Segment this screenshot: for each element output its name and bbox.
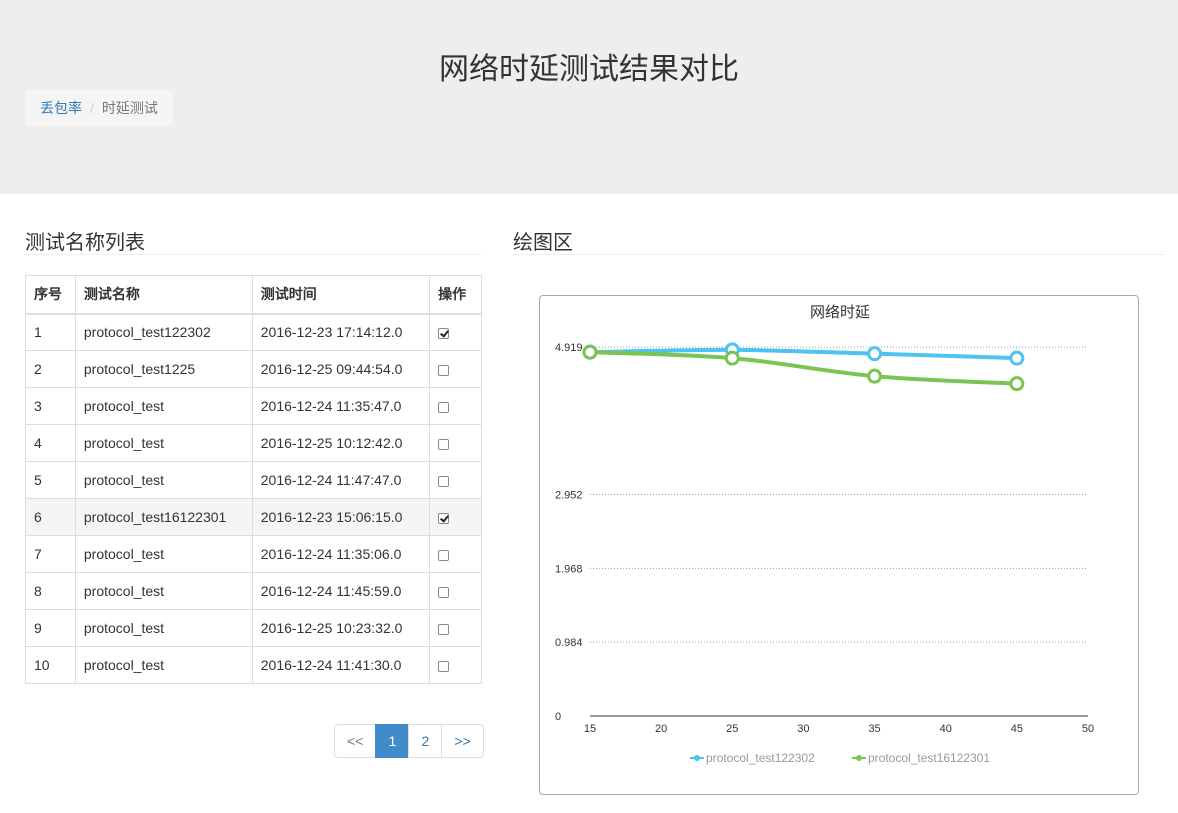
row-select-checkbox[interactable]	[438, 438, 450, 450]
test-list-title: 测试名称列表	[25, 232, 145, 254]
row-test-name: protocol_test	[74, 461, 253, 499]
breadcrumb-link-packet-loss[interactable]: 丢包率	[40, 98, 82, 118]
x-tick-label: 50	[1082, 723, 1094, 735]
pagination-prev-button[interactable]: <<	[334, 724, 377, 758]
plot-area-title: 绘图区	[513, 232, 573, 254]
pagination-page-1[interactable]: 1	[375, 724, 410, 758]
row-test-time: 2016-12-23 17:14:12.0	[251, 313, 431, 351]
data-point	[724, 350, 740, 366]
row-index: 10	[25, 646, 76, 684]
data-point	[1009, 350, 1025, 366]
table-row: 2 protocol_test1225 2016-12-25 09:44:54.…	[25, 350, 482, 388]
x-tick-label: 15	[584, 723, 596, 735]
row-test-name: protocol_test	[74, 535, 253, 573]
test-table: 序号 测试名称 测试时间 操作 1 protocol_test122302 20…	[25, 275, 482, 684]
legend-swatch-dot	[856, 755, 862, 761]
row-test-time: 2016-12-24 11:41:30.0	[251, 646, 431, 684]
row-test-time: 2016-12-24 11:35:47.0	[251, 387, 431, 425]
table-row: 10 protocol_test 2016-12-24 11:41:30.0	[25, 646, 482, 684]
legend-label: protocol_test122302	[706, 751, 815, 765]
row-index: 6	[25, 498, 76, 536]
table-row: 1 protocol_test122302 2016-12-23 17:14:1…	[25, 313, 482, 351]
row-index: 8	[25, 572, 76, 610]
row-test-time: 2016-12-25 10:12:42.0	[251, 424, 431, 462]
table-row-hovered: 6 protocol_test16122301 2016-12-23 15:06…	[25, 498, 482, 536]
table-row: 8 protocol_test 2016-12-24 11:45:59.0	[25, 572, 482, 610]
row-test-time: 2016-12-24 11:35:06.0	[251, 535, 431, 573]
y-tick-label: 2.952	[555, 490, 583, 502]
row-index: 9	[25, 609, 76, 647]
row-index: 3	[25, 387, 76, 425]
row-select-checkbox[interactable]	[438, 549, 450, 561]
row-select-checkbox[interactable]	[438, 586, 450, 598]
table-header-row: 序号 测试名称 测试时间 操作	[25, 275, 482, 315]
row-test-time: 2016-12-24 11:47:47.0	[251, 461, 431, 499]
x-tick-label: 40	[940, 723, 952, 735]
chart-title: 网络时延	[810, 304, 870, 321]
latency-chart-panel: 网络时延 0 0.984 1.968 2.952 4.919 15 20 25 30 35 40 45 5…	[539, 295, 1139, 795]
x-tick-label: 25	[726, 723, 738, 735]
legend-label: protocol_test16122301	[868, 751, 990, 765]
row-test-time: 2016-12-23 15:06:15.0	[251, 498, 431, 536]
row-select-checkbox[interactable]	[438, 660, 450, 672]
row-select-checkbox[interactable]	[438, 364, 450, 376]
row-index: 7	[25, 535, 76, 573]
row-test-name: protocol_test	[74, 609, 253, 647]
data-point	[582, 344, 598, 360]
breadcrumb: 丢包率 / 时延测试	[25, 90, 173, 126]
x-tick-label: 35	[868, 723, 880, 735]
row-test-time: 2016-12-24 11:45:59.0	[251, 572, 431, 610]
row-select-checkbox[interactable]	[438, 401, 450, 413]
row-select-checkbox[interactable]	[438, 512, 450, 524]
column-header-action: 操作	[429, 275, 482, 315]
row-test-name: protocol_test1225	[74, 350, 253, 388]
y-tick-label: 4.919	[555, 342, 583, 354]
breadcrumb-separator: /	[90, 100, 94, 116]
x-tick-label: 45	[1011, 723, 1023, 735]
page-title: 网络时延测试结果对比	[439, 53, 739, 86]
table-row: 9 protocol_test 2016-12-25 10:23:32.0	[25, 609, 482, 647]
row-test-name: protocol_test122302	[74, 313, 253, 351]
breadcrumb-current: 时延测试	[101, 100, 158, 116]
legend-swatch-dot	[694, 755, 700, 761]
data-point	[1009, 376, 1025, 392]
latency-line-chart: 网络时延 0 0.984 1.968 2.952 4.919 15 20 25 30 35 40 45 5…	[555, 304, 1094, 765]
test-list-divider	[25, 254, 482, 255]
row-index: 5	[25, 461, 76, 499]
row-index: 4	[25, 424, 76, 462]
row-test-name: protocol_test	[74, 387, 253, 425]
row-test-time: 2016-12-25 09:44:54.0	[251, 350, 431, 388]
y-tick-label: 0.984	[555, 637, 583, 649]
row-test-name: protocol_test16122301	[74, 498, 253, 536]
pagination-page-2[interactable]: 2	[408, 724, 443, 758]
row-test-name: protocol_test	[74, 646, 253, 684]
row-test-name: protocol_test	[74, 424, 253, 462]
data-point	[867, 346, 883, 362]
pagination-next-button[interactable]: >>	[441, 724, 484, 758]
row-index: 2	[25, 350, 76, 388]
data-point	[867, 368, 883, 384]
table-row: 5 protocol_test 2016-12-24 11:47:47.0	[25, 461, 482, 499]
x-tick-label: 30	[797, 723, 809, 735]
row-test-time: 2016-12-25 10:23:32.0	[251, 609, 431, 647]
row-select-checkbox[interactable]	[438, 328, 450, 340]
column-header-time: 测试时间	[251, 275, 431, 315]
row-select-checkbox[interactable]	[438, 623, 450, 635]
row-select-checkbox[interactable]	[438, 475, 450, 487]
y-tick-label: 1.968	[555, 563, 583, 575]
row-index: 1	[25, 313, 76, 351]
pagination: << 1 2 >>	[334, 724, 484, 758]
table-row: 4 protocol_test 2016-12-25 10:12:42.0	[25, 424, 482, 462]
table-row: 3 protocol_test 2016-12-24 11:35:47.0	[25, 387, 482, 425]
row-test-name: protocol_test	[74, 572, 253, 610]
table-row: 7 protocol_test 2016-12-24 11:35:06.0	[25, 535, 482, 573]
column-header-name: 测试名称	[74, 275, 253, 315]
header-banner: 网络时延测试结果对比 丢包率 / 时延测试	[0, 0, 1178, 194]
plot-area-divider	[513, 254, 1165, 255]
y-tick-label: 0	[555, 711, 561, 723]
x-tick-label: 20	[655, 723, 667, 735]
column-header-index: 序号	[25, 275, 76, 315]
